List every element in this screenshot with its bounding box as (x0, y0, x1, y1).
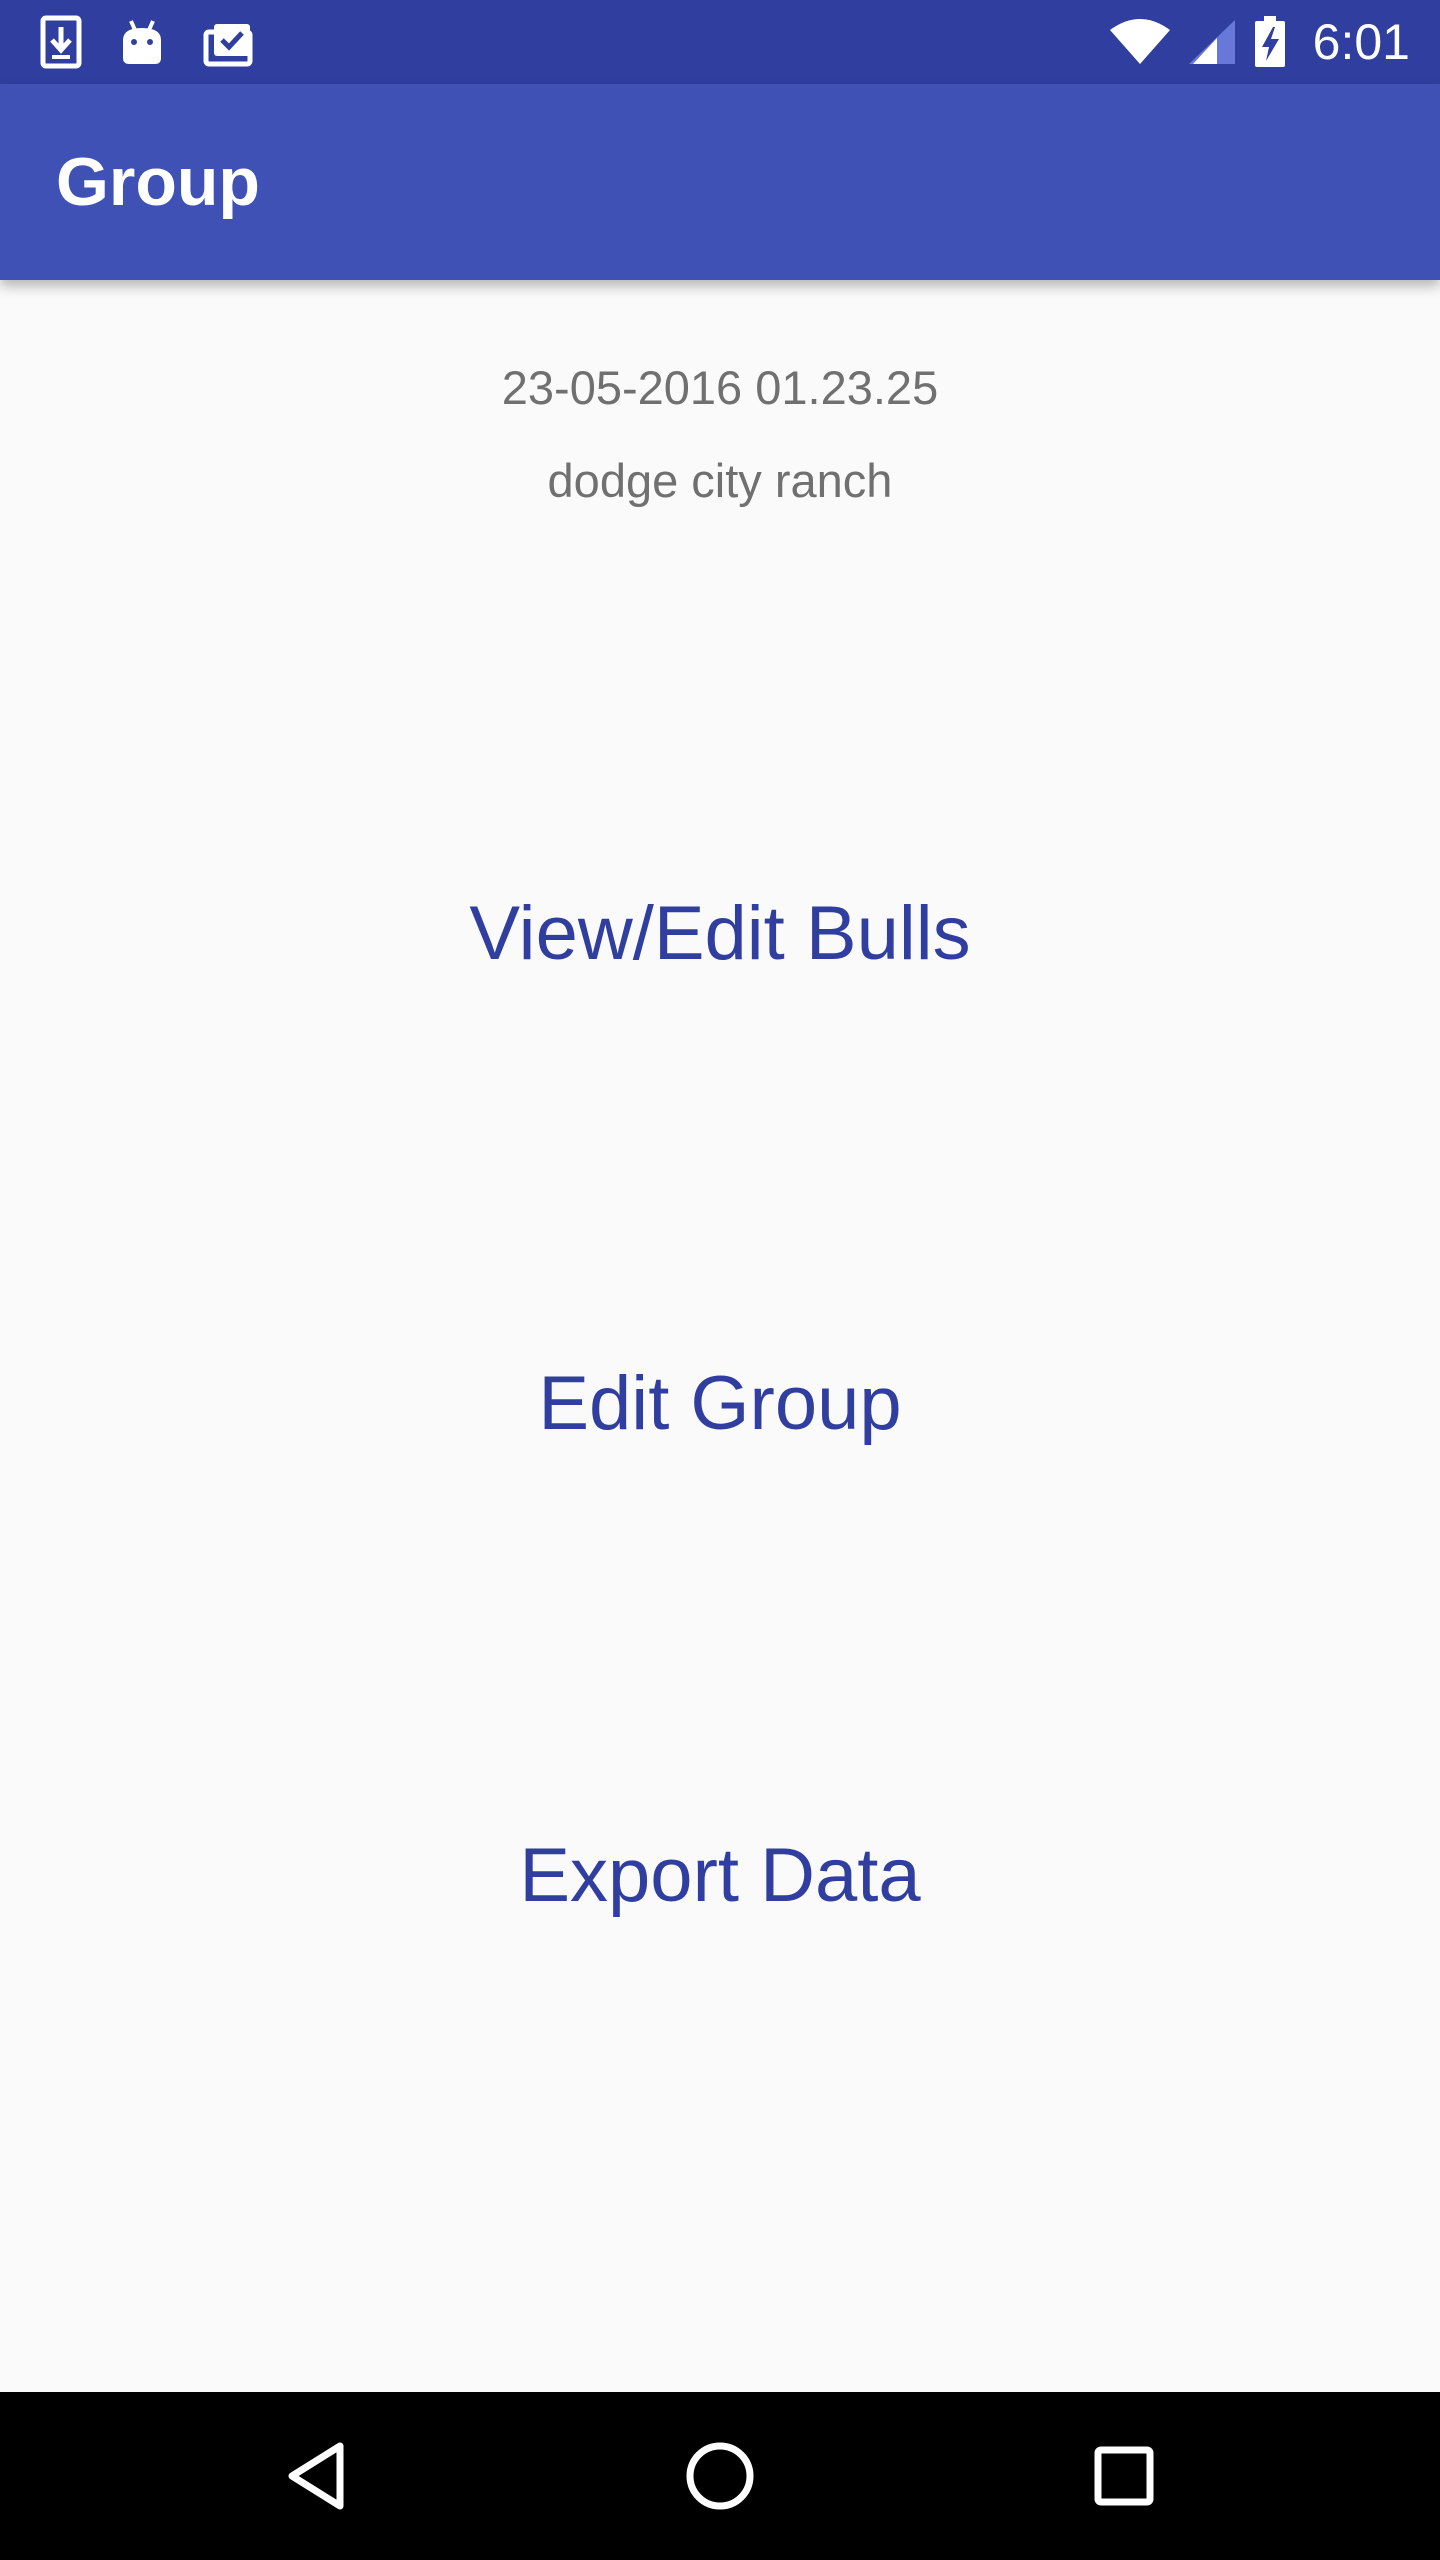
group-content: 23-05-2016 01.23.25 dodge city ranch Vie… (0, 280, 1440, 2392)
app-title: Group (56, 144, 260, 220)
back-icon (284, 2440, 348, 2512)
screen: 6:01 Group 23-05-2016 01.23.25 dodge cit… (0, 0, 1440, 2560)
app-bar: Group (0, 84, 1440, 280)
status-left-icons (40, 14, 254, 70)
recents-button[interactable] (1024, 2392, 1224, 2560)
status-right-icons: 6:01 (1109, 14, 1410, 70)
recents-icon (1093, 2445, 1155, 2507)
status-time: 6:01 (1312, 14, 1410, 70)
edit-group-button[interactable]: Edit Group (0, 1360, 1440, 1447)
wifi-icon (1109, 18, 1171, 66)
view-edit-bulls-button[interactable]: View/Edit Bulls (0, 890, 1440, 977)
export-data-button[interactable]: Export Data (0, 1832, 1440, 1919)
clipboard-check-icon (202, 16, 254, 68)
download-icon (40, 15, 82, 69)
group-ranch-name: dodge city ranch (547, 454, 893, 507)
android-icon (120, 18, 164, 66)
home-button[interactable] (620, 2392, 820, 2560)
navigation-bar (0, 2392, 1440, 2560)
signal-icon (1187, 18, 1237, 66)
back-button[interactable] (216, 2392, 416, 2560)
status-bar: 6:01 (0, 0, 1440, 84)
home-icon (685, 2441, 755, 2511)
battery-charging-icon (1253, 15, 1287, 69)
group-date: 23-05-2016 01.23.25 (501, 361, 939, 414)
